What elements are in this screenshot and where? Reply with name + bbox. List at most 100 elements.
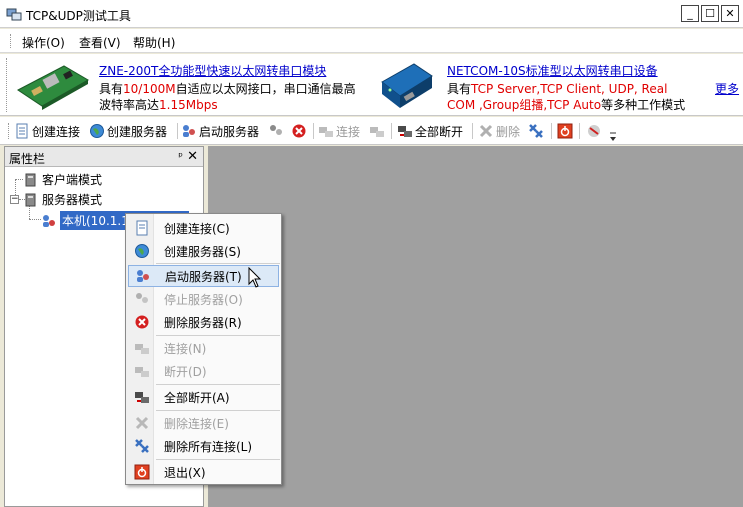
ad1-line2: 波特率高达1.15Mbps [99, 96, 218, 113]
x-gray-icon [135, 416, 149, 430]
connect-label: 连接 [336, 124, 361, 139]
menubar-grip [10, 34, 13, 48]
tree-server-mode[interactable]: 服务器模式 [23, 191, 102, 208]
close-button[interactable]: ✕ [721, 5, 739, 22]
ad2-title-link[interactable]: NETCOM-10S标准型以太网转串口设备 [447, 62, 658, 79]
ctx-create-connection[interactable]: 创建连接(C) [128, 217, 279, 239]
ctx-delete-server[interactable]: 删除服务器(R) [128, 311, 279, 333]
ctx-delete-connection-label: 删除连接(E) [164, 416, 229, 431]
maximize-icon: ☐ [705, 7, 715, 20]
about-button[interactable] [586, 122, 602, 140]
ctx-create-server-label: 创建服务器(S) [164, 244, 241, 259]
exit-button[interactable] [557, 122, 573, 140]
menu-help[interactable]: 帮助(H) [133, 34, 175, 51]
menu-separator [156, 263, 280, 264]
disconnect-button[interactable] [369, 122, 385, 140]
title-bar: TCP&UDP测试工具 _ ☐ ✕ [0, 0, 743, 28]
ad1-line1-a: 具有 [99, 82, 124, 96]
menu-view[interactable]: 查看(V) [79, 34, 121, 51]
tree-line [15, 179, 23, 180]
toolbar-separator [551, 123, 552, 139]
globe-icon [135, 244, 149, 258]
menu-separator [156, 410, 280, 411]
ctx-connect[interactable]: 连接(N) [128, 337, 279, 359]
ctx-create-server[interactable]: 创建服务器(S) [128, 240, 279, 262]
menu-bar: 操作(O) 查看(V) 帮助(H) [0, 29, 743, 53]
ad2-line1: 具有TCP Server,TCP Client, UDP, Real [447, 80, 667, 97]
ad1-line1-b: 10/100M [123, 82, 176, 96]
delete-connection-button[interactable]: 删除 [478, 122, 520, 140]
power-icon [134, 464, 150, 480]
ctx-exit[interactable]: 退出(X) [128, 461, 279, 483]
toolbar: 创建连接 创建服务器 启动服务器 连接 全部断开 删除 [0, 117, 743, 145]
power-icon [557, 123, 573, 139]
disconnect-all-button[interactable]: 全部断开 [397, 122, 463, 140]
globe-icon [90, 124, 104, 138]
ad1-title-link[interactable]: ZNE-200T全功能型快速以太网转串口模块 [99, 62, 326, 79]
users-icon [137, 270, 149, 282]
disconnect-all-label: 全部断开 [415, 124, 464, 139]
delete-server-button[interactable] [291, 122, 307, 140]
connect-button[interactable]: 连接 [318, 122, 360, 140]
pin-icon[interactable]: ᵖ [178, 150, 183, 163]
minimize-icon: _ [687, 7, 693, 20]
toolbar-separator [177, 123, 178, 139]
delete-red-icon [135, 315, 149, 329]
ad1-line2-b: 1.15Mbps [159, 98, 218, 112]
context-menu: 创建连接(C) 创建服务器(S) 启动服务器(T) 停止服务器(O) 删除服务器… [125, 213, 282, 485]
delete-label: 删除 [496, 124, 521, 139]
panel-header: 属性栏 ᵖ ✕ [5, 147, 203, 167]
toolbar-overflow-button[interactable] [609, 131, 617, 143]
delete-all-icon [135, 439, 149, 453]
computer-icon [25, 173, 36, 186]
stop-server-button[interactable] [268, 122, 284, 140]
more-link[interactable]: 更多 [715, 80, 739, 97]
banner-grip [6, 58, 9, 112]
ctx-disconnect-all[interactable]: 全部断开(A) [128, 386, 279, 408]
server-icon [25, 193, 36, 206]
create-server-label: 创建服务器 [107, 124, 168, 139]
start-server-label: 启动服务器 [199, 124, 260, 139]
ad1-line1: 具有10/100M自适应以太网接口，串口通信最高 [99, 80, 356, 97]
disconnect-icon [135, 367, 149, 377]
ad2-line1-b: TCP Server,TCP Client, UDP, Real [471, 82, 668, 96]
create-server-button[interactable]: 创建服务器 [89, 122, 167, 140]
ctx-connect-label: 连接(N) [164, 341, 207, 356]
ad2-line2-a: COM ,Group组播,TCP Auto [447, 98, 602, 112]
tree-collapse-toggle[interactable]: − [10, 195, 19, 204]
toolbar-separator [579, 123, 580, 139]
minimize-button[interactable]: _ [681, 5, 699, 22]
connect-icon [319, 127, 333, 137]
toolbar-separator [313, 123, 314, 139]
toolbar-grip [8, 123, 11, 139]
users-icon [183, 125, 195, 137]
ad2-line2: COM ,Group组播,TCP Auto等多种工作模式 [447, 96, 685, 113]
delete-red-icon [292, 124, 306, 138]
app-icon [6, 8, 22, 21]
ctx-delete-all-connections[interactable]: 删除所有连接(L) [128, 435, 279, 457]
ctx-delete-server-label: 删除服务器(R) [164, 315, 242, 330]
maximize-button[interactable]: ☐ [701, 5, 719, 22]
tree-server-mode-label: 服务器模式 [42, 193, 103, 207]
ad1-line1-c: 自适应以太网接口，串口通信最高 [175, 82, 356, 96]
ad2-line1-a: 具有 [447, 82, 472, 96]
ctx-create-connection-label: 创建连接(C) [164, 221, 230, 236]
menu-separator [156, 335, 280, 336]
ctx-disconnect-all-label: 全部断开(A) [164, 390, 230, 405]
ctx-exit-label: 退出(X) [164, 465, 206, 480]
delete-all-icon [529, 124, 543, 138]
ad1-line2-a: 波特率高达 [99, 98, 160, 112]
ctx-stop-server[interactable]: 停止服务器(O) [128, 288, 279, 310]
start-server-button[interactable]: 启动服务器 [181, 122, 259, 140]
x-gray-icon [479, 124, 493, 138]
zne-module-image[interactable] [14, 60, 92, 110]
close-icon: ✕ [725, 7, 735, 20]
menu-operate[interactable]: 操作(O) [22, 34, 65, 51]
create-connection-button[interactable]: 创建连接 [14, 122, 80, 140]
delete-all-connections-button[interactable] [528, 122, 544, 140]
ctx-delete-connection[interactable]: 删除连接(E) [128, 412, 279, 434]
tree-client-mode[interactable]: 客户端模式 [23, 171, 102, 188]
ctx-disconnect[interactable]: 断开(D) [128, 360, 279, 382]
panel-close-icon[interactable]: ✕ [187, 149, 198, 164]
netcom-device-image[interactable] [378, 58, 436, 112]
